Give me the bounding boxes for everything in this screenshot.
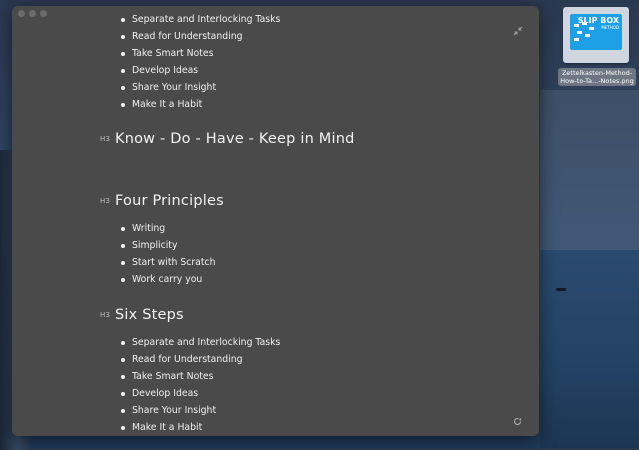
desktop-file-icon[interactable]: SLIP BOX METHOD Zettelkasten-Method-How-… xyxy=(558,7,636,87)
desktop-wallpaper-boat xyxy=(556,288,566,291)
heading-text: Six Steps xyxy=(115,307,184,323)
list-item: Take Smart Notes xyxy=(119,368,280,385)
list-item: Develop Ideas xyxy=(119,62,280,79)
list-item: Make It a Habit xyxy=(119,96,280,113)
heading-six-steps: H3 Six Steps xyxy=(100,305,184,325)
heading-know-do-have: H3 Know - Do - Have - Keep in Mind xyxy=(100,129,355,149)
thumbnail-title: SLIP BOX METHOD xyxy=(577,16,619,31)
list-item: Read for Understanding xyxy=(119,28,280,45)
list-item: Start with Scratch xyxy=(119,254,216,271)
thumbnail-image: SLIP BOX METHOD xyxy=(570,14,622,50)
list-item: Develop Ideas xyxy=(119,385,280,402)
file-thumbnail: SLIP BOX METHOD xyxy=(563,7,629,63)
list-item: Share Your Insight xyxy=(119,79,280,96)
list-item: Share Your Insight xyxy=(119,402,280,419)
desktop-wallpaper-sky xyxy=(540,90,639,250)
sync-icon[interactable] xyxy=(513,411,522,425)
heading-text: Know - Do - Have - Keep in Mind xyxy=(115,131,355,147)
desktop-wallpaper-sea xyxy=(540,250,639,448)
close-window-button[interactable] xyxy=(18,10,25,17)
heading-four-principles: H3 Four Principles xyxy=(100,191,224,211)
minimize-window-button[interactable] xyxy=(29,10,36,17)
top-list: Separate and Interlocking Tasks Read for… xyxy=(119,11,280,113)
list-item: Make It a Habit xyxy=(119,419,280,436)
heading-level-tag: H3 xyxy=(100,197,111,205)
heading-text: Four Principles xyxy=(115,193,224,209)
file-name-label: Zettelkasten-Method-How-to-Ta...-Notes.p… xyxy=(558,68,636,86)
zoom-window-button[interactable] xyxy=(40,10,47,17)
four-principles-list: Writing Simplicity Start with Scratch Wo… xyxy=(119,220,216,288)
heading-level-tag: H3 xyxy=(100,311,111,319)
collapse-icon[interactable] xyxy=(513,26,523,36)
list-item: Separate and Interlocking Tasks xyxy=(119,334,280,351)
heading-level-tag: H3 xyxy=(100,135,111,143)
list-item: Read for Understanding xyxy=(119,351,280,368)
six-steps-list: Separate and Interlocking Tasks Read for… xyxy=(119,334,280,436)
editor-window[interactable]: Separate and Interlocking Tasks Read for… xyxy=(12,6,539,436)
list-item: Take Smart Notes xyxy=(119,45,280,62)
list-item: Work carry you xyxy=(119,271,216,288)
list-item: Writing xyxy=(119,220,216,237)
window-controls xyxy=(18,10,47,17)
list-item: Separate and Interlocking Tasks xyxy=(119,11,280,28)
list-item: Simplicity xyxy=(119,237,216,254)
